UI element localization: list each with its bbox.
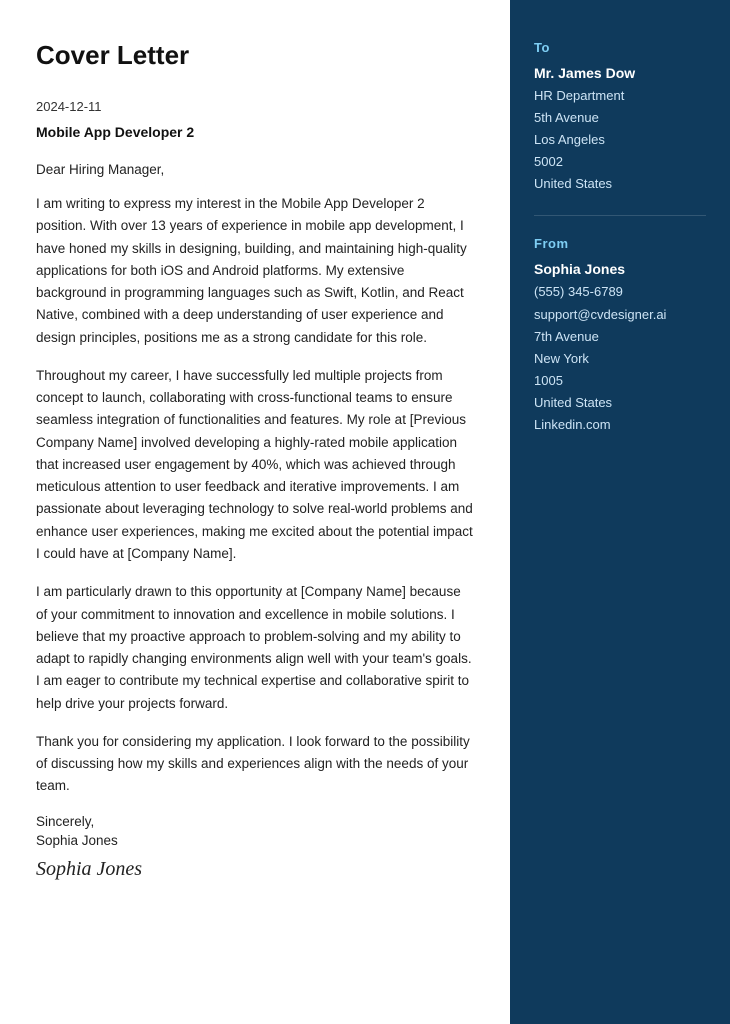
closing: Sincerely, [36,814,474,829]
recipient-city: Los Angeles [534,132,605,147]
sender-country: United States [534,395,612,410]
sender-website[interactable]: Linkedin.com [534,417,611,432]
sidebar-divider [534,215,706,216]
paragraph-2: Throughout my career, I have successfull… [36,365,474,565]
sender-name: Sophia Jones [534,261,706,277]
recipient-name: Mr. James Dow [534,65,706,81]
signature: Sophia Jones [36,858,474,881]
sender-details: (555) 345-6789 support@cvdesigner.ai 7th… [534,281,706,436]
paragraph-3: I am particularly drawn to this opportun… [36,581,474,715]
sender-street: 7th Avenue [534,329,599,344]
from-label: From [534,236,706,251]
to-label: To [534,40,706,55]
recipient-street: 5th Avenue [534,110,599,125]
paragraph-4: Thank you for considering my application… [36,731,474,798]
main-content: Cover Letter 2024-12-11 Mobile App Devel… [0,0,510,1024]
sender-city: New York [534,351,589,366]
sidebar: To Mr. James Dow HR Department 5th Avenu… [510,0,730,1024]
recipient-department: HR Department [534,88,624,103]
sender-zip: 1005 [534,373,563,388]
salutation: Dear Hiring Manager, [36,162,474,177]
recipient-details: HR Department 5th Avenue Los Angeles 500… [534,85,706,195]
recipient-country: United States [534,176,612,191]
page-title: Cover Letter [36,40,474,71]
author-name: Sophia Jones [36,833,474,848]
sender-phone: (555) 345-6789 [534,284,623,299]
letter-date: 2024-12-11 [36,99,474,114]
recipient-zip: 5002 [534,154,563,169]
sender-email: support@cvdesigner.ai [534,307,666,322]
page-container: Cover Letter 2024-12-11 Mobile App Devel… [0,0,730,1024]
paragraph-1: I am writing to express my interest in t… [36,193,474,349]
job-title: Mobile App Developer 2 [36,124,474,140]
